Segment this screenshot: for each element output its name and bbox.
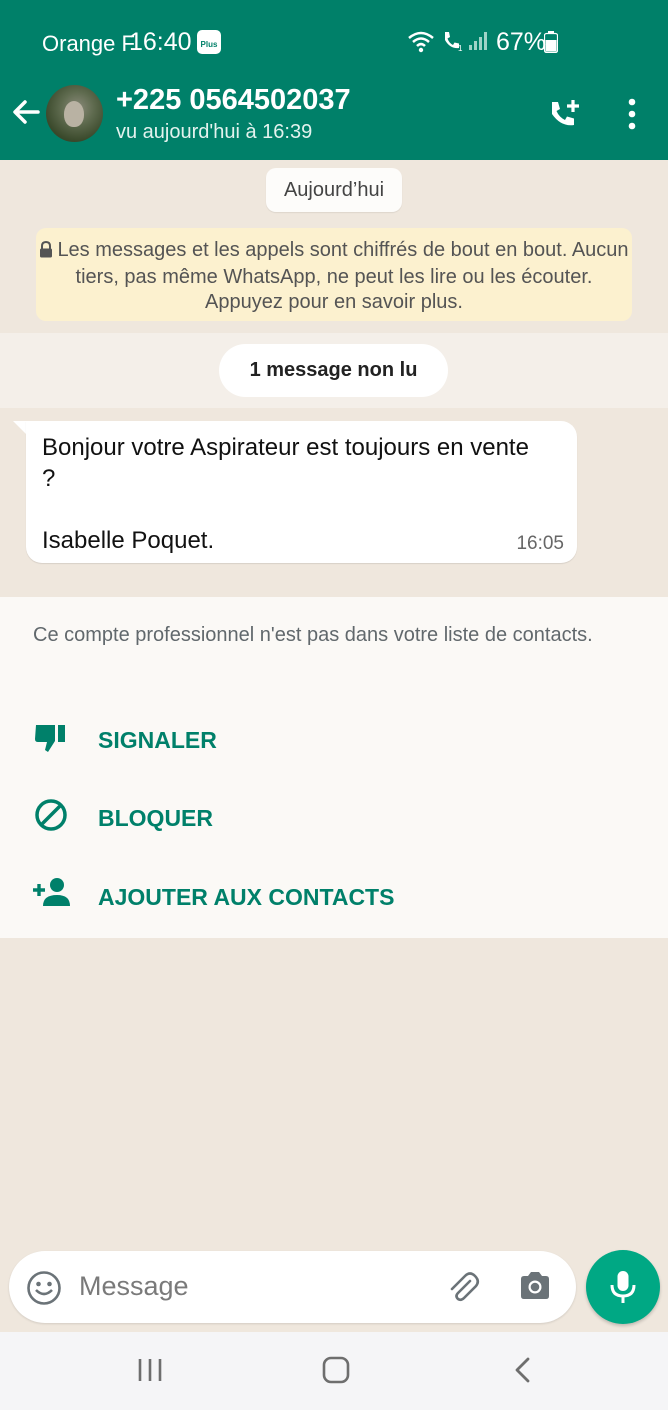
encryption-notice-text: Les messages et les appels sont chiffrés…: [57, 239, 629, 313]
add-to-contacts-button[interactable]: AJOUTER AUX CONTACTS: [0, 860, 668, 930]
message-input[interactable]: Message: [79, 1271, 189, 1302]
recent-apps-icon[interactable]: [137, 1357, 163, 1388]
top-bar: Orange F 16:40 Plus 1 67% +225 056450203…: [0, 0, 668, 160]
battery-icon: [543, 31, 559, 58]
business-notice: Ce compte professionnel n'est pas dans v…: [33, 624, 593, 646]
add-person-icon: [33, 876, 71, 915]
bubble-tail: [13, 421, 27, 435]
status-bar: Orange F 16:40 Plus 1 67%: [0, 0, 668, 80]
business-account-panel: Ce compte professionnel n'est pas dans v…: [0, 597, 668, 938]
unread-chip: 1 message non lu: [219, 344, 448, 397]
camera-icon[interactable]: [518, 1270, 552, 1307]
plus-badge-icon: Plus: [197, 30, 221, 54]
wifi-icon: [407, 29, 435, 58]
report-button[interactable]: SIGNALER: [0, 703, 668, 773]
microphone-icon: [610, 1271, 636, 1303]
carrier-label: Orange F: [42, 31, 135, 56]
more-vertical-icon[interactable]: [621, 98, 643, 135]
attach-icon[interactable]: [445, 1269, 481, 1310]
thumbs-down-icon: [33, 719, 69, 760]
svg-text:1: 1: [458, 44, 463, 53]
avatar[interactable]: [46, 85, 103, 142]
system-back-icon[interactable]: [512, 1357, 534, 1388]
date-chip: Aujourd’hui: [266, 168, 402, 212]
lock-icon: [39, 240, 53, 265]
battery-percent: 67%: [496, 28, 547, 56]
back-arrow-icon[interactable]: [10, 96, 42, 133]
encryption-notice[interactable]: Les messages et les appels sont chiffrés…: [36, 228, 632, 321]
contact-name[interactable]: +225 0564502037: [116, 84, 351, 117]
wifi-calling-icon: 1: [440, 29, 466, 58]
clock: 16:40: [129, 28, 192, 56]
block-label: BLOQUER: [98, 805, 213, 831]
signal-icon: [468, 31, 490, 56]
add-to-contacts-label: AJOUTER AUX CONTACTS: [98, 884, 395, 910]
message-bubble[interactable]: Bonjour votre Aspirateur est toujours en…: [26, 421, 577, 563]
message-time: 16:05: [516, 533, 564, 554]
report-label: SIGNALER: [98, 727, 217, 753]
system-nav-bar: [0, 1332, 668, 1410]
add-call-icon[interactable]: [546, 98, 582, 139]
block-button[interactable]: BLOQUER: [0, 781, 668, 851]
home-icon[interactable]: [322, 1356, 350, 1389]
message-composer[interactable]: Message: [9, 1251, 576, 1323]
voice-message-button[interactable]: [586, 1250, 660, 1324]
message-text: Bonjour votre Aspirateur est toujours en…: [42, 434, 529, 554]
last-seen: vu aujourd'hui à 16:39: [116, 121, 313, 143]
emoji-icon[interactable]: [26, 1270, 62, 1311]
block-icon: [33, 797, 69, 838]
